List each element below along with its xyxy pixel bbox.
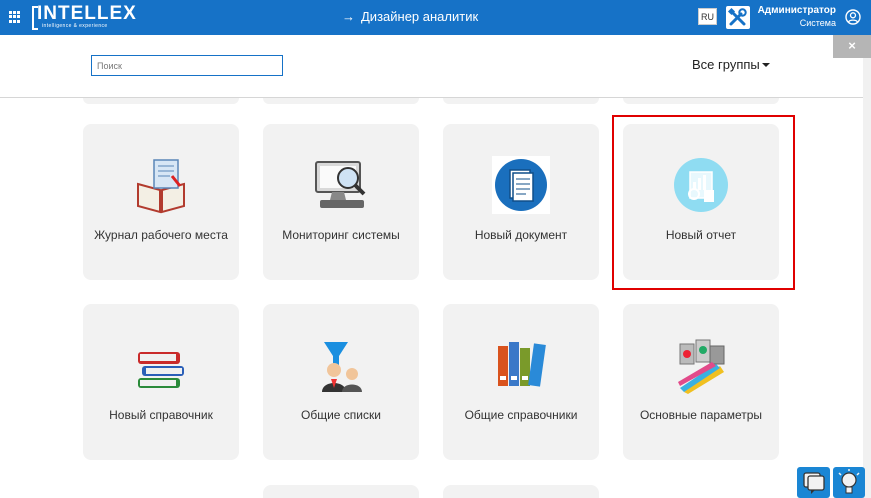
tile-common-lists[interactable]: Общие списки xyxy=(263,304,419,460)
tile-label: Новый справочник xyxy=(109,408,213,422)
chat-button[interactable] xyxy=(797,467,830,498)
admin-name[interactable]: Администратор xyxy=(752,5,836,16)
groups-dropdown-label: Все группы xyxy=(692,57,760,72)
tile-partial[interactable] xyxy=(443,485,599,498)
user-circle-icon[interactable] xyxy=(845,9,861,25)
document-icon xyxy=(492,156,550,214)
tile-label: Общие справочники xyxy=(464,408,578,422)
tile-label: Мониторинг системы xyxy=(282,228,400,242)
report-chart-icon xyxy=(672,156,730,214)
tile-label: Журнал рабочего места xyxy=(94,228,228,242)
logo[interactable]: INTELLEX intelligence & experience xyxy=(32,3,137,31)
arrow-right-icon: → xyxy=(342,9,355,24)
tips-button[interactable] xyxy=(833,467,865,498)
page-title-text: Дизайнер аналитик xyxy=(361,9,479,24)
tile-label: Основные параметры xyxy=(639,408,763,422)
scrollbar[interactable] xyxy=(863,58,871,498)
journal-book-icon xyxy=(132,156,190,214)
tile-label: Общие списки xyxy=(301,408,381,422)
apps-grid-icon[interactable] xyxy=(9,11,21,23)
paint-cans-icon xyxy=(672,336,730,394)
tile-journal[interactable]: Журнал рабочего места xyxy=(83,124,239,280)
tile-label: Новый документ xyxy=(474,228,568,242)
filter-users-icon xyxy=(312,336,370,394)
tile-partial[interactable] xyxy=(623,98,779,104)
tile-main-parameters[interactable]: Основные параметры xyxy=(623,304,779,460)
tile-label: Новый отчет xyxy=(665,228,737,242)
logo-text: INTELLEX xyxy=(37,3,137,24)
top-bar: INTELLEX intelligence & experience → Диза… xyxy=(0,0,871,35)
tile-partial[interactable] xyxy=(443,98,599,104)
language-button[interactable]: RU xyxy=(698,8,717,25)
groups-dropdown[interactable]: Все группы xyxy=(692,57,770,72)
monitor-magnifier-icon xyxy=(312,156,370,214)
chat-icon xyxy=(803,472,825,494)
admin-role: Система xyxy=(799,18,836,28)
page-title: → Дизайнер аналитик xyxy=(342,9,478,24)
tile-new-report[interactable]: Новый отчет xyxy=(623,124,779,280)
binders-icon xyxy=(492,336,550,394)
lightbulb-icon xyxy=(838,469,860,494)
admin-tools-icon[interactable] xyxy=(726,6,750,29)
tile-monitoring[interactable]: Мониторинг системы xyxy=(263,124,419,280)
tile-new-document[interactable]: Новый документ xyxy=(443,124,599,280)
caret-down-icon xyxy=(761,62,770,67)
tile-partial[interactable] xyxy=(263,485,419,498)
tile-new-reference[interactable]: Новый справочник xyxy=(83,304,239,460)
search-input[interactable] xyxy=(91,55,283,76)
tile-partial[interactable] xyxy=(83,98,239,104)
books-stack-icon xyxy=(132,336,190,394)
tile-common-references[interactable]: Общие справочники xyxy=(443,304,599,460)
close-button[interactable]: × xyxy=(833,35,871,58)
tile-partial[interactable] xyxy=(263,98,419,104)
